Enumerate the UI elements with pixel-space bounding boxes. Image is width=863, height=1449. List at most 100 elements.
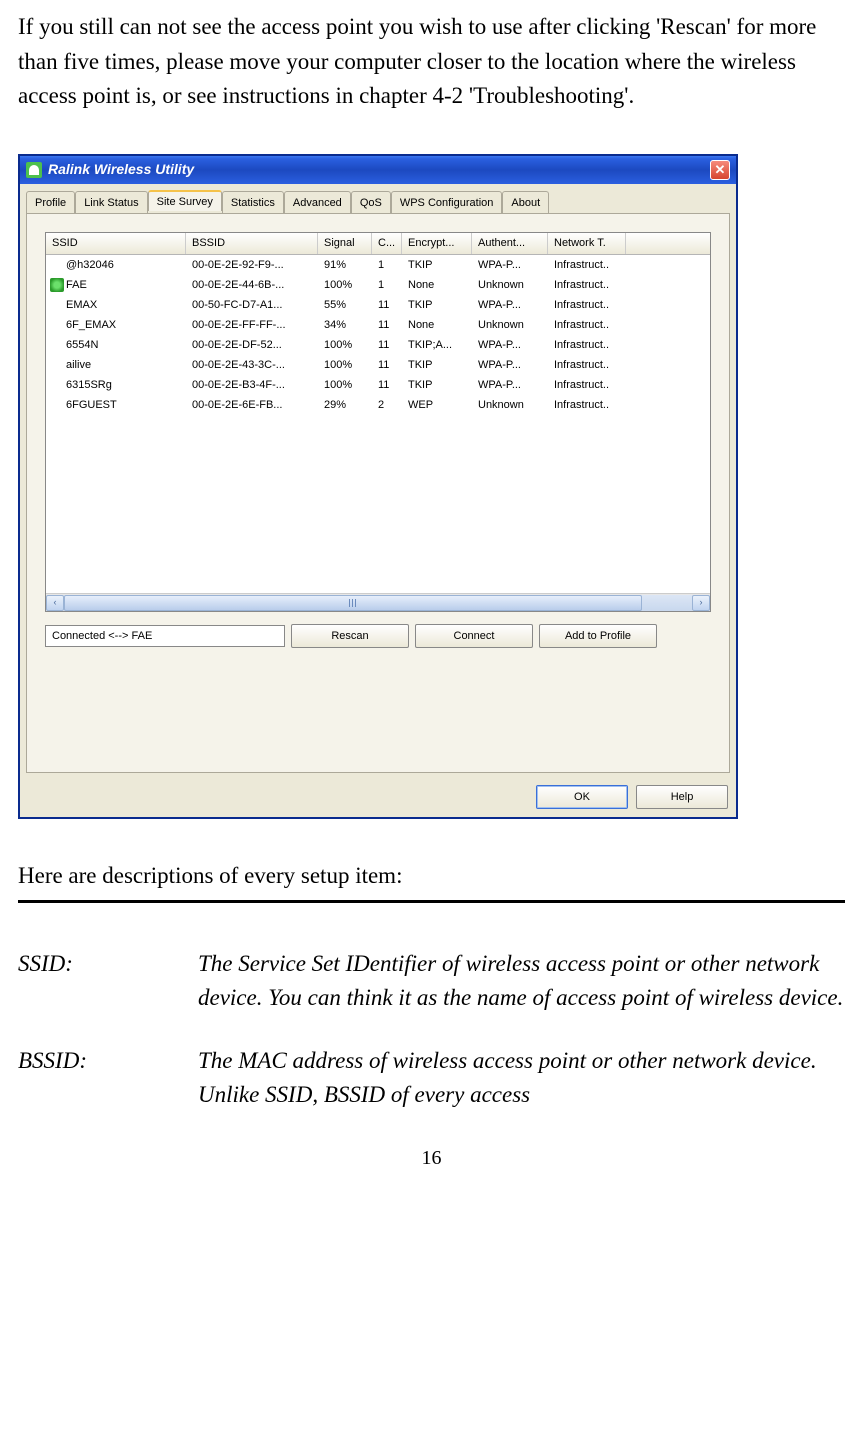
add-to-profile-button[interactable]: Add to Profile — [539, 624, 657, 648]
tab-link-status[interactable]: Link Status — [75, 191, 147, 215]
cell-bssid: 00-50-FC-D7-A1... — [186, 296, 318, 315]
cell-net: Infrastruct.. — [548, 376, 626, 395]
ssid-cell: FAE — [46, 276, 186, 295]
tab-profile[interactable]: Profile — [26, 191, 75, 215]
table-row-empty — [46, 495, 710, 515]
cell-net: Infrastruct.. — [548, 316, 626, 335]
ssid-label: 6315SRg — [66, 377, 112, 394]
site-survey-panel: SSIDBSSIDSignalC...Encrypt...Authent...N… — [26, 213, 730, 773]
definition-item: SSID:The Service Set IDentifier of wirel… — [18, 947, 845, 1016]
column-header[interactable]: C... — [372, 233, 402, 254]
tab-advanced[interactable]: Advanced — [284, 191, 351, 215]
close-button[interactable]: ✕ — [710, 160, 730, 180]
table-row[interactable]: 6315SRg 00-0E-2E-B3-4F-...100%11TKIPWPA-P… — [46, 375, 710, 395]
networks-grid[interactable]: SSIDBSSIDSignalC...Encrypt...Authent...N… — [45, 232, 711, 612]
column-header[interactable]: BSSID — [186, 233, 318, 254]
cell-net: Infrastruct.. — [548, 256, 626, 275]
cell-enc: TKIP — [402, 356, 472, 375]
ssid-cell: EMAX — [46, 296, 186, 315]
tab-site-survey[interactable]: Site Survey — [148, 190, 222, 211]
scroll-left-button[interactable]: ‹ — [46, 595, 64, 611]
table-row-empty — [46, 555, 710, 575]
definition-term: BSSID: — [18, 1044, 198, 1113]
cell-net: Infrastruct.. — [548, 336, 626, 355]
table-row[interactable]: @h3204600-0E-2E-92-F9-...91%1TKIPWPA-P..… — [46, 255, 710, 275]
cell-bssid: 00-0E-2E-DF-52... — [186, 336, 318, 355]
cell-ch: 11 — [372, 296, 402, 315]
column-header[interactable]: Encrypt... — [402, 233, 472, 254]
ssid-label: EMAX — [66, 297, 97, 314]
ssid-label: 6554N — [66, 337, 98, 354]
ssid-label: 6F_EMAX — [66, 317, 116, 334]
network-icon — [50, 318, 64, 332]
cell-auth: WPA-P... — [472, 376, 548, 395]
cell-ch: 11 — [372, 376, 402, 395]
network-icon — [50, 338, 64, 352]
table-row[interactable]: 6554N00-0E-2E-DF-52...100%11TKIP;A...WPA… — [46, 335, 710, 355]
help-button[interactable]: Help — [636, 785, 728, 809]
rescan-button[interactable]: Rescan — [291, 624, 409, 648]
app-icon — [26, 162, 42, 178]
tab-wps-configuration[interactable]: WPS Configuration — [391, 191, 503, 215]
tab-strip: ProfileLink StatusSite SurveyStatisticsA… — [20, 184, 736, 214]
cell-enc: TKIP — [402, 256, 472, 275]
table-row-empty — [46, 515, 710, 535]
network-icon — [50, 358, 64, 372]
ssid-label: 6FGUEST — [66, 397, 117, 414]
column-header[interactable]: SSID — [46, 233, 186, 254]
cell-auth: Unknown — [472, 316, 548, 335]
table-row[interactable]: ailive00-0E-2E-43-3C-...100%11TKIPWPA-P.… — [46, 355, 710, 375]
table-row[interactable]: EMAX00-50-FC-D7-A1...55%11TKIPWPA-P...In… — [46, 295, 710, 315]
scroll-right-button[interactable]: › — [692, 595, 710, 611]
horizontal-scrollbar[interactable]: ‹ › — [46, 593, 710, 611]
table-row-empty — [46, 575, 710, 593]
network-icon — [50, 398, 64, 412]
cell-bssid: 00-0E-2E-44-6B-... — [186, 276, 318, 295]
wireless-utility-window: Ralink Wireless Utility ✕ ProfileLink St… — [18, 154, 738, 820]
table-row-empty — [46, 535, 710, 555]
cell-net: Infrastruct.. — [548, 296, 626, 315]
grid-header[interactable]: SSIDBSSIDSignalC...Encrypt...Authent...N… — [46, 233, 710, 255]
cell-ch: 1 — [372, 256, 402, 275]
grid-body[interactable]: @h3204600-0E-2E-92-F9-...91%1TKIPWPA-P..… — [46, 255, 710, 593]
cell-ch: 11 — [372, 356, 402, 375]
cell-auth: Unknown — [472, 396, 548, 415]
cell-auth: WPA-P... — [472, 356, 548, 375]
definitions-list: SSID:The Service Set IDentifier of wirel… — [18, 947, 845, 1113]
table-row[interactable]: 6FGUEST00-0E-2E-6E-FB...29%2WEPUnknownIn… — [46, 395, 710, 415]
cell-enc: WEP — [402, 396, 472, 415]
tab-qos[interactable]: QoS — [351, 191, 391, 215]
ssid-label: ailive — [66, 357, 91, 374]
ok-button[interactable]: OK — [536, 785, 628, 809]
cell-enc: None — [402, 276, 472, 295]
chevron-right-icon: › — [700, 596, 703, 610]
cell-bssid: 00-0E-2E-B3-4F-... — [186, 376, 318, 395]
cell-bssid: 00-0E-2E-6E-FB... — [186, 396, 318, 415]
window-title: Ralink Wireless Utility — [48, 159, 194, 180]
cell-signal: 100% — [318, 376, 372, 395]
tab-about[interactable]: About — [502, 191, 549, 215]
column-header[interactable]: Authent... — [472, 233, 548, 254]
connection-status: Connected <--> FAE — [45, 625, 285, 647]
cell-signal: 100% — [318, 276, 372, 295]
cell-enc: TKIP — [402, 296, 472, 315]
page-number: 16 — [18, 1143, 845, 1173]
cell-auth: WPA-P... — [472, 336, 548, 355]
ssid-cell: @h32046 — [46, 256, 186, 275]
ssid-cell: 6315SRg — [46, 376, 186, 395]
table-row[interactable]: FAE00-0E-2E-44-6B-...100%1NoneUnknownInf… — [46, 275, 710, 295]
column-header[interactable]: Signal — [318, 233, 372, 254]
cell-enc: TKIP;A... — [402, 336, 472, 355]
chevron-left-icon: ‹ — [54, 596, 57, 610]
scroll-track[interactable] — [64, 595, 692, 611]
titlebar[interactable]: Ralink Wireless Utility ✕ — [20, 156, 736, 184]
column-header[interactable]: Network T. — [548, 233, 626, 254]
cell-enc: TKIP — [402, 376, 472, 395]
cell-enc: None — [402, 316, 472, 335]
connect-button[interactable]: Connect — [415, 624, 533, 648]
ssid-label: @h32046 — [66, 257, 114, 274]
tab-statistics[interactable]: Statistics — [222, 191, 284, 215]
table-row[interactable]: 6F_EMAX00-0E-2E-FF-FF-...34%11NoneUnknow… — [46, 315, 710, 335]
dialog-footer: OK Help — [20, 779, 736, 817]
scroll-thumb[interactable] — [64, 595, 642, 611]
